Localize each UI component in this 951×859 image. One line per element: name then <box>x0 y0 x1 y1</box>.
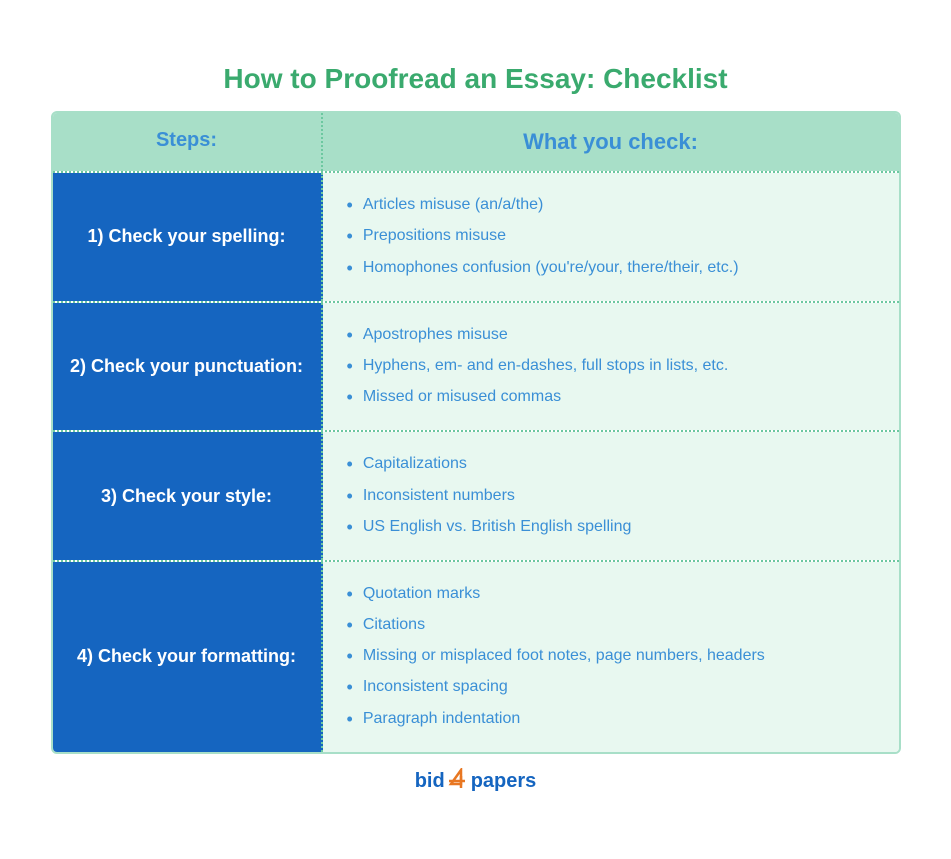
check-item: • Capitalizations <box>347 452 875 477</box>
bullet-icon: • <box>347 224 353 249</box>
check-item-text: Missing or misplaced foot notes, page nu… <box>363 644 765 668</box>
check-item: • Articles misuse (an/a/the) <box>347 193 875 218</box>
check-item-text: Inconsistent numbers <box>363 484 515 508</box>
bullet-icon: • <box>347 452 353 477</box>
check-item-text: Prepositions misuse <box>363 224 506 248</box>
check-item-text: Articles misuse (an/a/the) <box>363 193 544 217</box>
header-checks: What you check: <box>323 113 899 171</box>
check-cell-2: • Apostrophes misuse • Hyphens, em- and en-… <box>323 303 899 431</box>
footer-four <box>445 768 471 796</box>
check-item-text: Missed or misused commas <box>363 385 561 409</box>
bullet-icon: • <box>347 613 353 638</box>
table-body: 1) Check your spelling: • Articles misuse … <box>53 171 899 752</box>
bullet-icon: • <box>347 354 353 379</box>
check-item-text: Apostrophes misuse <box>363 323 508 347</box>
step-cell-2: 2) Check your punctuation: <box>53 303 323 431</box>
check-cell-1: • Articles misuse (an/a/the) • Prepositions… <box>323 173 899 301</box>
check-item: • Quotation marks <box>347 582 875 607</box>
main-container: How to Proofread an Essay: Checklist Ste… <box>41 53 911 806</box>
table-header: Steps: What you check: <box>53 113 899 171</box>
bullet-icon: • <box>347 323 353 348</box>
check-item: • US English vs. British English spelling <box>347 515 875 540</box>
check-item: • Citations <box>347 613 875 638</box>
check-item-text: Hyphens, em- and en-dashes, full stops i… <box>363 354 729 378</box>
bullet-icon: • <box>347 193 353 218</box>
check-cell-3: • Capitalizations • Inconsistent numbers • US… <box>323 432 899 560</box>
bullet-icon: • <box>347 484 353 509</box>
check-item-text: Homophones confusion (you're/your, there… <box>363 256 739 280</box>
bullet-icon: • <box>347 256 353 281</box>
footer-papers: papers <box>471 770 537 793</box>
check-item-text: US English vs. British English spelling <box>363 515 632 539</box>
check-item: • Homophones confusion (you're/your, ther… <box>347 256 875 281</box>
check-item-text: Quotation marks <box>363 582 480 606</box>
bullet-icon: • <box>347 582 353 607</box>
check-item-text: Paragraph indentation <box>363 707 520 731</box>
table-row: 3) Check your style: • Capitalizations • Inc… <box>53 430 899 560</box>
footer-logo: bid papers <box>415 768 537 796</box>
bullet-icon: • <box>347 675 353 700</box>
table-row: 4) Check your formatting: • Quotation mark… <box>53 560 899 752</box>
four-icon <box>447 768 469 790</box>
check-item: • Prepositions misuse <box>347 224 875 249</box>
check-item: • Inconsistent spacing <box>347 675 875 700</box>
bullet-icon: • <box>347 385 353 410</box>
check-item: • Inconsistent numbers <box>347 484 875 509</box>
step-cell-4: 4) Check your formatting: <box>53 562 323 752</box>
step-cell-1: 1) Check your spelling: <box>53 173 323 301</box>
check-item-text: Inconsistent spacing <box>363 675 508 699</box>
check-item-text: Citations <box>363 613 425 637</box>
step-cell-3: 3) Check your style: <box>53 432 323 560</box>
check-item: • Missed or misused commas <box>347 385 875 410</box>
header-steps: Steps: <box>53 113 323 171</box>
check-item: • Hyphens, em- and en-dashes, full stops … <box>347 354 875 379</box>
checklist-table: Steps: What you check: 1) Check your spe… <box>51 111 901 754</box>
footer-bid: bid <box>415 770 445 793</box>
footer: bid papers <box>51 768 901 796</box>
bullet-icon: • <box>347 707 353 732</box>
check-item: • Paragraph indentation <box>347 707 875 732</box>
table-row: 2) Check your punctuation: • Apostrophes m… <box>53 301 899 431</box>
check-item: • Missing or misplaced foot notes, page n… <box>347 644 875 669</box>
table-row: 1) Check your spelling: • Articles misuse … <box>53 171 899 301</box>
check-item: • Apostrophes misuse <box>347 323 875 348</box>
page-title: How to Proofread an Essay: Checklist <box>51 63 901 95</box>
check-item-text: Capitalizations <box>363 452 467 476</box>
check-cell-4: • Quotation marks • Citations • Missing or mi… <box>323 562 899 752</box>
bullet-icon: • <box>347 644 353 669</box>
bullet-icon: • <box>347 515 353 540</box>
